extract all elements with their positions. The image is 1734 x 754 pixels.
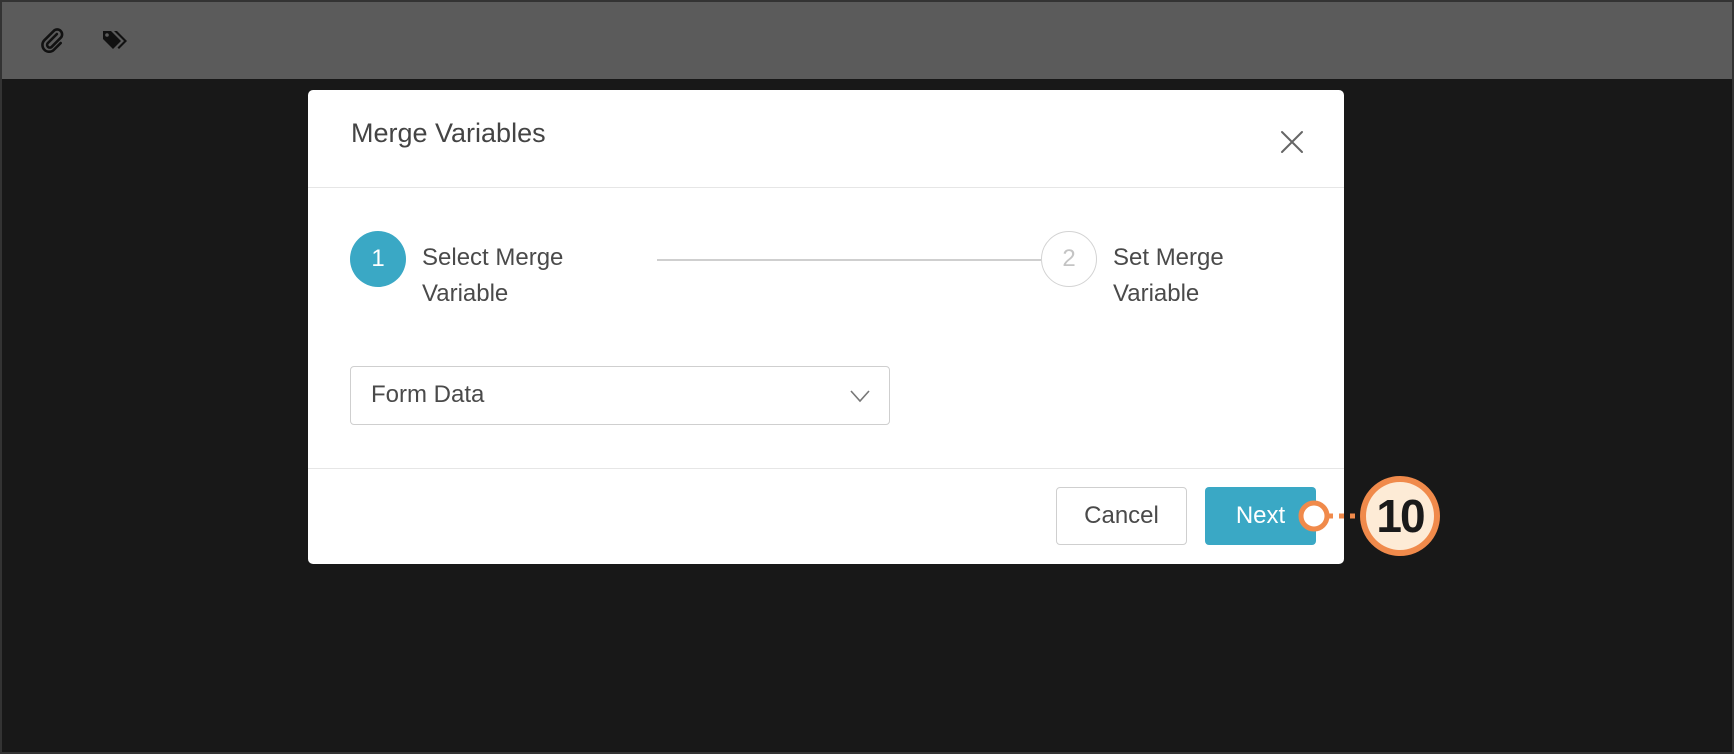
modal-title: Merge Variables [351, 118, 546, 148]
merge-variables-modal: Merge Variables 1 Select Merge Variable … [308, 90, 1344, 564]
chevron-down-icon [850, 390, 870, 403]
step-1-label-line2: Variable [422, 280, 509, 307]
step-2-label-line2: Variable [1113, 280, 1200, 307]
paperclip-icon[interactable] [36, 24, 68, 56]
modal-header: Merge Variables [308, 90, 1344, 188]
step-connector [657, 259, 1041, 261]
close-icon [1281, 131, 1303, 153]
next-button[interactable]: Next [1205, 487, 1316, 545]
step-2-label-line1: Set Merge [1113, 244, 1224, 271]
merge-variable-select[interactable]: Form Data [350, 366, 890, 425]
callout-number: 10 [1376, 490, 1425, 542]
step-1-label-line1: Select Merge [422, 244, 564, 271]
step-2-indicator: 2 [1041, 231, 1097, 287]
select-value: Form Data [371, 381, 485, 408]
close-button[interactable] [1276, 126, 1308, 158]
top-toolbar [0, 0, 1734, 79]
tags-icon[interactable] [100, 24, 132, 56]
step-1-label: Select Merge Variable [422, 240, 622, 312]
step-2-label: Set Merge Variable [1113, 240, 1313, 312]
step-1-indicator: 1 [350, 231, 406, 287]
modal-footer: Cancel Next [308, 468, 1344, 564]
cancel-button[interactable]: Cancel [1056, 487, 1187, 545]
